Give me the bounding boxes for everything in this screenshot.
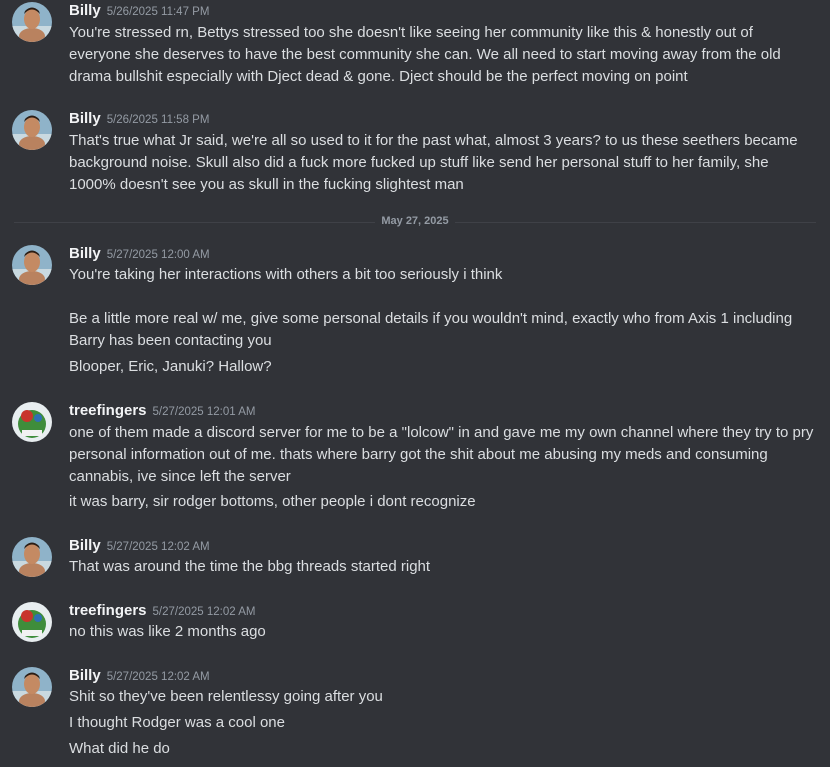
message-text: What did he do	[69, 740, 170, 757]
username[interactable]: Billy	[69, 667, 101, 684]
message-header: treefingers 5/27/2025 12:01 AM	[69, 402, 255, 422]
timestamp: 5/27/2025 12:02 AM	[152, 606, 256, 618]
billy-avatar-icon[interactable]	[12, 245, 52, 285]
billy-avatar-icon[interactable]	[12, 2, 52, 42]
billy-avatar-icon[interactable]	[12, 537, 52, 577]
timestamp: 5/26/2025 11:58 PM	[106, 114, 210, 126]
treefingers-avatar-icon[interactable]	[12, 402, 52, 442]
message-text: You're stressed rn, Bettys stressed too …	[69, 24, 781, 85]
message-text: Blooper, Eric, Januki? Hallow?	[69, 358, 272, 375]
billy-avatar-icon[interactable]	[12, 110, 52, 150]
timestamp: 5/27/2025 12:00 AM	[106, 249, 210, 261]
message-text: it was barry, sir rodger bottoms, other …	[69, 493, 476, 510]
message-text: one of them made a discord server for me…	[69, 424, 814, 485]
message-header: treefingers 5/27/2025 12:02 AM	[69, 602, 255, 622]
treefingers-avatar-icon[interactable]	[12, 602, 52, 642]
message-text: That was around the time the bbg threads…	[69, 558, 431, 575]
timestamp: 5/27/2025 12:02 AM	[106, 671, 210, 683]
message-text: You're taking her interactions with othe…	[69, 266, 503, 283]
username[interactable]: treefingers	[69, 402, 147, 419]
message-header: Billy 5/26/2025 11:58 PM	[69, 110, 209, 130]
billy-avatar-icon[interactable]	[12, 667, 52, 707]
message-header: Billy 5/27/2025 12:02 AM	[69, 667, 210, 687]
username[interactable]: Billy	[69, 2, 101, 19]
message-header: Billy 5/27/2025 12:00 AM	[69, 245, 210, 265]
timestamp: 5/27/2025 12:02 AM	[106, 541, 210, 553]
username[interactable]: Billy	[69, 110, 101, 127]
date-divider: May 27, 2025	[0, 215, 830, 227]
username[interactable]: Billy	[69, 245, 101, 262]
message-header: Billy 5/26/2025 11:47 PM	[69, 2, 209, 22]
timestamp: 5/26/2025 11:47 PM	[106, 6, 210, 18]
date-divider-label: May 27, 2025	[375, 215, 455, 227]
message-text: That's true what Jr said, we're all so u…	[69, 132, 798, 193]
timestamp: 5/27/2025 12:01 AM	[152, 406, 256, 418]
message-header: Billy 5/27/2025 12:02 AM	[69, 537, 210, 557]
username[interactable]: Billy	[69, 537, 101, 554]
username[interactable]: treefingers	[69, 602, 147, 619]
message-text: no this was like 2 months ago	[69, 623, 266, 640]
message-text: Be a little more real w/ me, give some p…	[69, 310, 793, 349]
message-text: I thought Rodger was a cool one	[69, 714, 285, 731]
message-text: Shit so they've been relentlessy going a…	[69, 688, 383, 705]
chat-log: Billy 5/26/2025 11:47 PM You're stressed …	[0, 0, 830, 767]
